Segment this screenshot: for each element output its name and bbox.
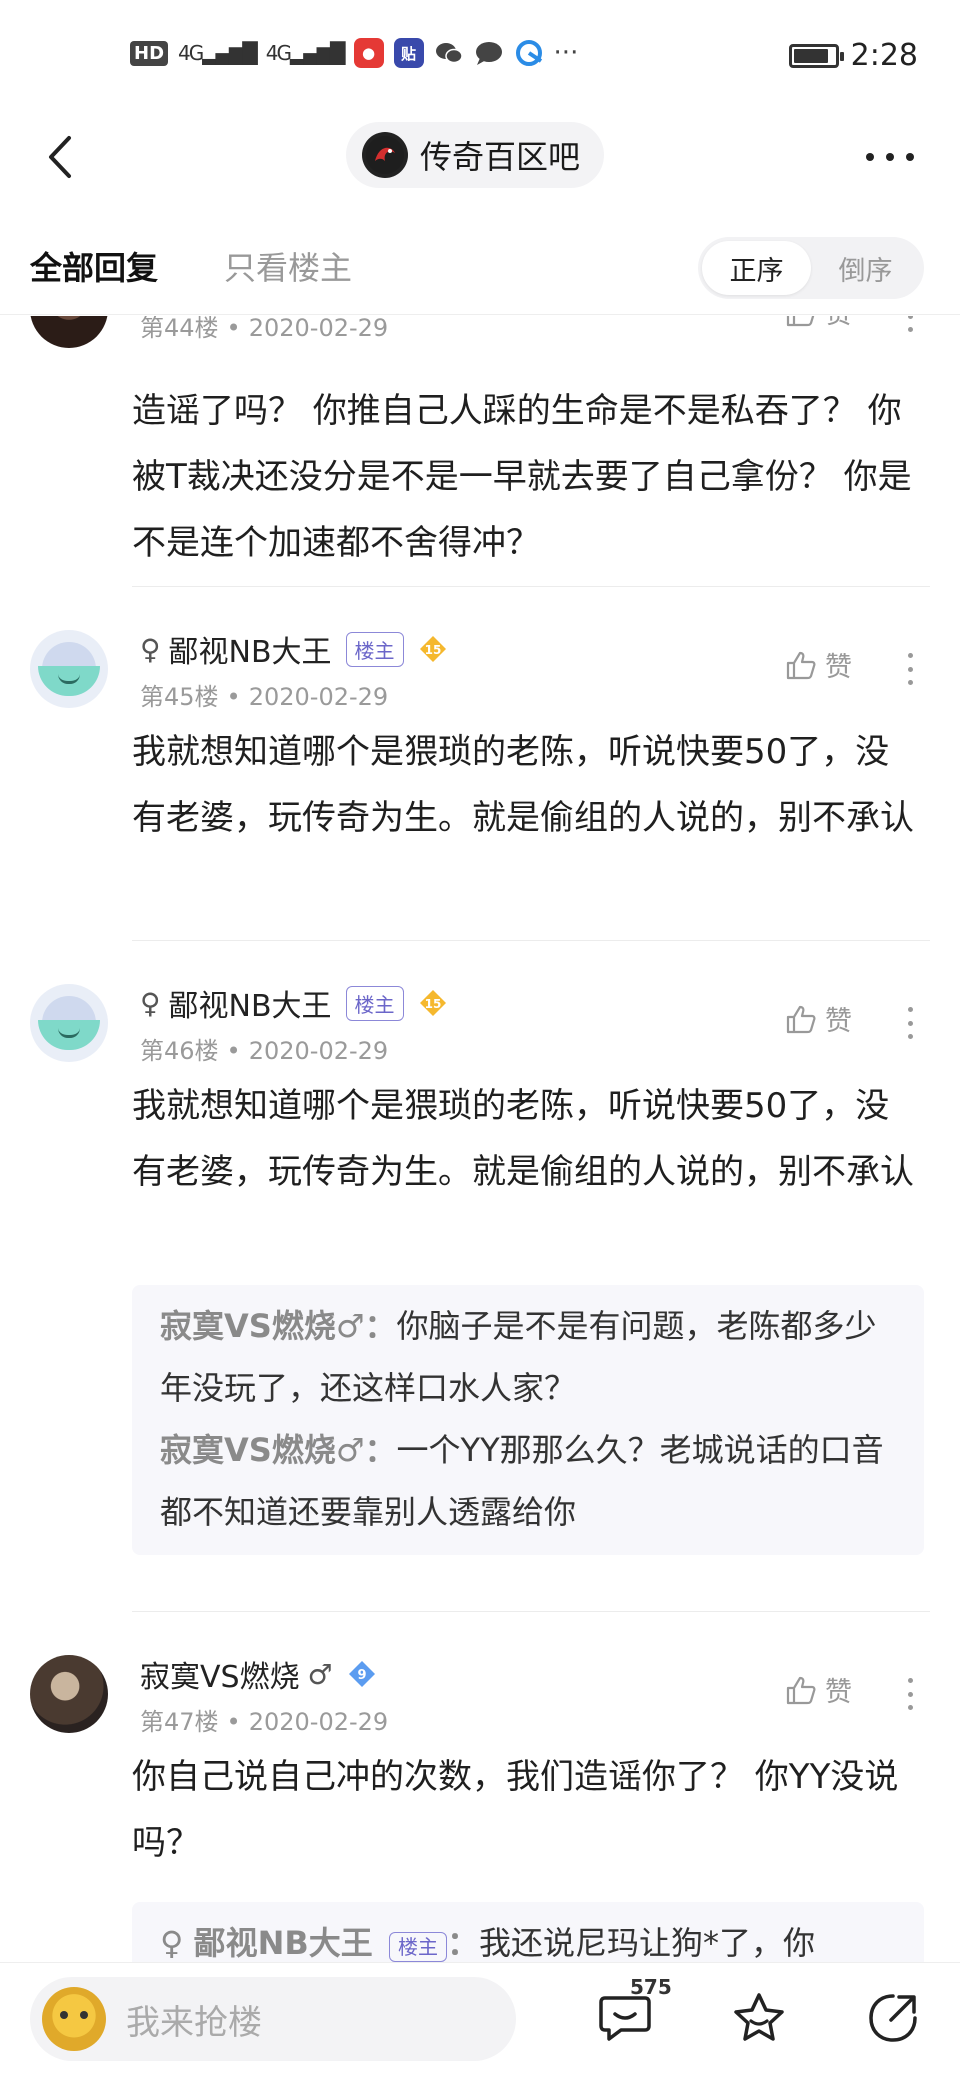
message-icon — [473, 38, 504, 68]
svg-text:9: 9 — [357, 1668, 366, 1683]
forum-chip[interactable]: 传奇百区吧 — [346, 122, 605, 188]
comments-button[interactable]: 575 — [590, 1975, 672, 2053]
owner-badge: 楼主 — [388, 1932, 447, 1962]
male-icon: ♂ — [307, 1657, 333, 1691]
floor-meta: 第44楼 • 2020-02-29 — [140, 316, 389, 342]
avatar[interactable] — [30, 316, 108, 348]
owner-badge: 楼主 — [345, 985, 404, 1021]
order-toggle: 正序 倒序 — [698, 237, 924, 299]
browser-icon — [513, 38, 544, 68]
like-button[interactable]: 赞 — [785, 316, 852, 331]
like-button[interactable]: 赞 — [785, 1670, 852, 1709]
thumbs-up-icon — [786, 651, 816, 679]
comment-count: 575 — [630, 1975, 672, 1999]
back-button[interactable] — [40, 132, 80, 182]
user-avatar — [42, 1987, 106, 2051]
share-button[interactable] — [858, 1983, 928, 2053]
battery-icon — [788, 43, 844, 68]
star-icon — [734, 1993, 784, 2041]
tab-all-replies[interactable]: 全部回复 — [30, 243, 158, 289]
reply-menu-button[interactable] — [900, 649, 920, 689]
sub-reply[interactable]: 寂寞VS燃烧♂：一个YY那那么久？老城说话的口音都不知道还要靠别人透露给你 — [160, 1419, 896, 1543]
clock: 2:28 — [850, 38, 918, 73]
like-button[interactable]: 赞 — [785, 645, 852, 684]
sub-reply-box[interactable]: 寂寞VS燃烧♂：你脑子是不是有问题，老陈都多少年没玩了，还这样口水人家？ 寂寞V… — [132, 1285, 924, 1555]
author-name[interactable]: 鄙视NB大王 — [169, 981, 332, 1025]
reply-content: 我就想知道哪个是猥琐的老陈，听说快要50了，没有老婆，玩传奇为生。就是偷组的人说… — [132, 732, 914, 838]
tieba-app-icon: 贴 — [393, 38, 424, 68]
floor-item: ♀ 鄙视NB大王 楼主 15 第45楼 • 2020-02-29 赞 我就想知道哪个… — [0, 587, 960, 940]
owner-badge: 楼主 — [345, 631, 404, 667]
reply-feed: 第44楼•2020-02-29 赞 造谣了吗？ 你推自己人踩的生命是不是私吞了？… — [0, 316, 960, 1962]
favorite-button[interactable] — [724, 1983, 794, 2053]
tab-only-owner[interactable]: 只看楼主 — [224, 243, 352, 289]
author-row: 寂寞VS燃烧 ♂ 9 — [140, 1652, 377, 1696]
reply-content: 造谣了吗？ 你推自己人踩的生命是不是私吞了？ 你被T裁决还没分是不是一早就去要了… — [132, 391, 912, 563]
floor-item: 第44楼•2020-02-29 赞 造谣了吗？ 你推自己人踩的生命是不是私吞了？… — [0, 316, 960, 586]
reply-input-placeholder: 我来抢楼 — [126, 2002, 262, 2043]
thumbs-up-icon — [786, 316, 815, 326]
avatar[interactable] — [30, 984, 108, 1062]
sub-reply-box[interactable]: ♀ 鄙视NB大王 楼主 ：我还说尼玛让狗*了，你 — [132, 1902, 924, 1962]
author-row: ♀ 鄙视NB大王 楼主 15 — [140, 981, 448, 1025]
more-horizontal-icon — [866, 153, 914, 161]
like-button[interactable]: 赞 — [785, 999, 852, 1038]
author-name[interactable]: 寂寞VS燃烧 — [140, 1652, 300, 1696]
reply-menu-button[interactable] — [900, 316, 920, 336]
status-right: 2:28 — [788, 38, 918, 73]
reply-content: 你自己说自己冲的次数，我们造谣你了？ 你YY没说吗？ — [132, 1757, 899, 1863]
more-notifications-icon: ··· — [553, 38, 579, 68]
filter-bar: 全部回复 只看楼主 正序 倒序 — [0, 225, 960, 315]
reply-content: 我就想知道哪个是猥琐的老陈，听说快要50了，没有老婆，玩传奇为生。就是偷组的人说… — [132, 1086, 914, 1192]
floor-meta: 第46楼 • 2020-02-29 — [140, 1037, 389, 1065]
reply-menu-button[interactable] — [900, 1003, 920, 1043]
forum-logo-icon — [362, 132, 408, 178]
order-desc-button[interactable]: 倒序 — [811, 241, 920, 295]
share-icon — [869, 1994, 917, 2042]
bottom-bar: 我来抢楼 575 — [0, 1962, 960, 2080]
author-row: ♀ 鄙视NB大王 楼主 15 — [140, 627, 448, 671]
level-badge-icon: 9 — [348, 1661, 375, 1687]
level-badge-icon: 15 — [419, 636, 446, 662]
reply-input[interactable]: 我来抢楼 — [30, 1977, 516, 2061]
svg-text:15: 15 — [424, 997, 441, 1011]
author-name[interactable]: 鄙视NB大王 — [169, 627, 332, 671]
hd-indicator: HD — [130, 40, 169, 66]
avatar[interactable] — [30, 1655, 108, 1733]
female-icon: ♀ — [140, 632, 161, 666]
nav-bar: 传奇百区吧 — [0, 110, 960, 200]
floor-item: 寂寞VS燃烧 ♂ 9 第47楼 • 2020-02-29 赞 你自己说自己冲的次数，… — [0, 1612, 960, 1962]
avatar[interactable] — [30, 630, 108, 708]
signal-icon-2: 4G▂▄▆█ — [265, 41, 346, 65]
sub-reply[interactable]: ♀ 鄙视NB大王 楼主 ：我还说尼玛让狗*了，你 — [160, 1912, 896, 1962]
female-icon: ♀ — [140, 986, 161, 1020]
floor-meta: 第45楼 • 2020-02-29 — [140, 683, 389, 711]
mic-app-icon: ● — [353, 38, 384, 68]
more-options-button[interactable] — [860, 132, 920, 182]
svg-text:15: 15 — [424, 643, 441, 657]
forum-name: 传奇百区吧 — [420, 138, 581, 176]
order-asc-button[interactable]: 正序 — [702, 241, 811, 295]
chevron-left-icon — [49, 136, 71, 178]
reply-menu-button[interactable] — [900, 1674, 920, 1714]
level-badge-icon: 15 — [419, 990, 446, 1016]
status-bar: HD 4G▂▄▆█ 4G▂▄▆█ ● 贴 ··· 2:28 — [0, 0, 960, 110]
thumbs-up-icon — [786, 1005, 816, 1033]
status-left: HD 4G▂▄▆█ 4G▂▄▆█ ● 贴 ··· — [130, 38, 578, 68]
thumbs-up-icon — [786, 1676, 816, 1704]
signal-icon: 4G▂▄▆█ — [178, 41, 258, 65]
floor-meta: 第47楼 • 2020-02-29 — [140, 1708, 389, 1736]
floor-item: ♀ 鄙视NB大王 楼主 15 第46楼 • 2020-02-29 赞 我就想知道哪个… — [0, 941, 960, 1611]
comment-icon — [599, 1996, 651, 2041]
sub-reply[interactable]: 寂寞VS燃烧♂：你脑子是不是有问题，老陈都多少年没玩了，还这样口水人家？ — [160, 1295, 896, 1419]
wechat-icon — [433, 38, 464, 68]
